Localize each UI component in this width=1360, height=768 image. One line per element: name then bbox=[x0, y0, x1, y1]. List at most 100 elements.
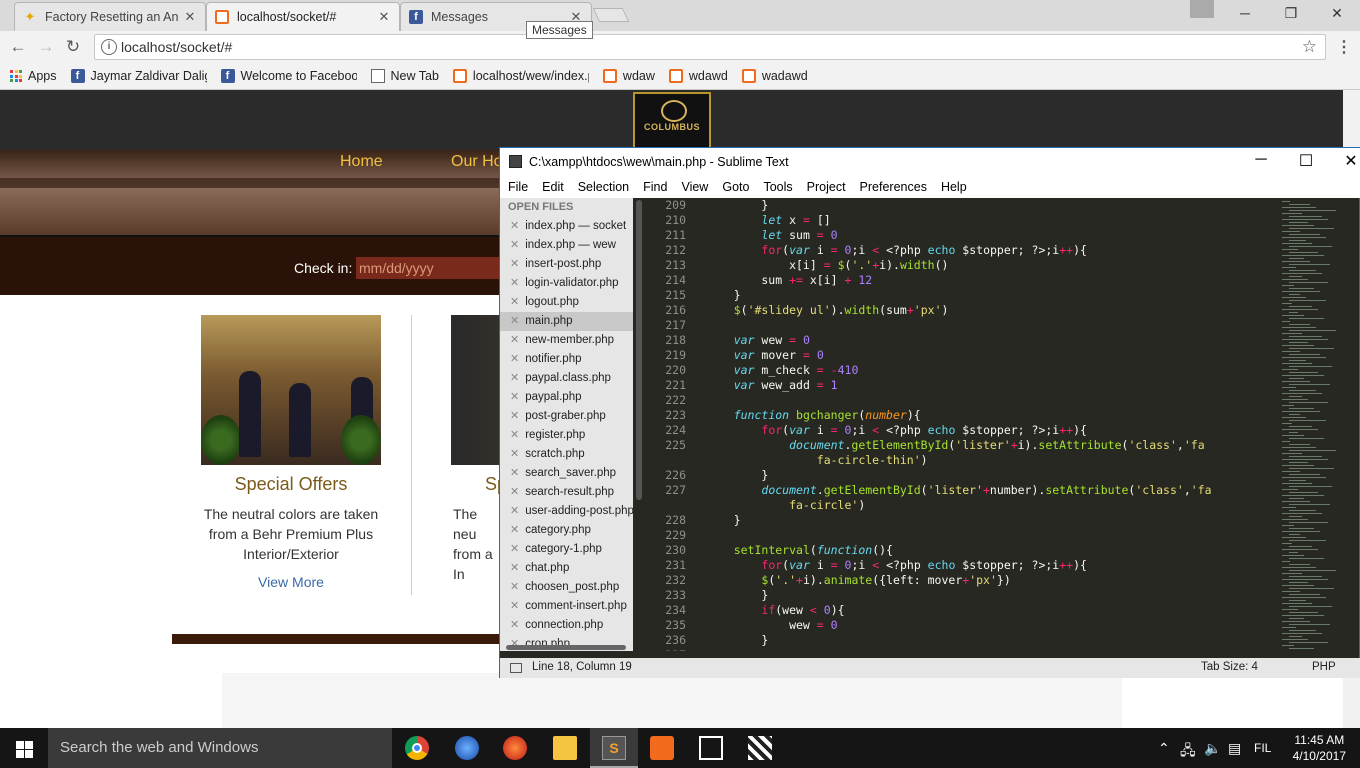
open-file-item[interactable]: ✕ category-1.php bbox=[500, 540, 633, 559]
menu-preferences[interactable]: Preferences bbox=[860, 180, 927, 194]
minimize-icon[interactable]: ─ bbox=[1222, 0, 1268, 28]
open-file-item[interactable]: ✕ paypal.php bbox=[500, 388, 633, 407]
close-file-icon[interactable]: ✕ bbox=[510, 543, 519, 555]
close-file-icon[interactable]: ✕ bbox=[510, 600, 519, 612]
taskbar-movies[interactable] bbox=[736, 728, 784, 768]
close-file-icon[interactable]: ✕ bbox=[510, 353, 519, 365]
taskbar-photos[interactable] bbox=[687, 728, 735, 768]
info-icon[interactable]: i bbox=[101, 39, 117, 55]
open-file-item[interactable]: ✕ notifier.php bbox=[500, 350, 633, 369]
taskbar-search-box[interactable]: Search the web and Windows bbox=[48, 728, 392, 768]
menu-find[interactable]: Find bbox=[643, 180, 667, 194]
menu-file[interactable]: File bbox=[508, 180, 528, 194]
taskbar-app-2[interactable] bbox=[443, 728, 491, 768]
open-file-item[interactable]: ✕ user-adding-post.php bbox=[500, 502, 633, 521]
close-tab-icon[interactable]: ✕ bbox=[183, 9, 197, 25]
bookmark-wadawd[interactable]: wadawd bbox=[741, 69, 808, 83]
taskbar-sublime[interactable]: S bbox=[590, 728, 638, 768]
close-file-icon[interactable]: ✕ bbox=[510, 448, 519, 460]
menu-view[interactable]: View bbox=[681, 180, 708, 194]
open-file-item[interactable]: ✕ connection.php bbox=[500, 616, 633, 635]
open-file-item[interactable]: ✕ comment-insert.php bbox=[500, 597, 633, 616]
open-file-item[interactable]: ✕ category.php bbox=[500, 521, 633, 540]
bookmark-jaymar[interactable]: f Jaymar Zaldivar Dalig bbox=[70, 69, 207, 83]
close-file-icon[interactable]: ✕ bbox=[510, 524, 519, 536]
close-file-icon[interactable]: ✕ bbox=[510, 296, 519, 308]
open-file-item[interactable]: ✕ scratch.php bbox=[500, 445, 633, 464]
close-file-icon[interactable]: ✕ bbox=[510, 581, 519, 593]
open-file-item[interactable]: ✕ main.php bbox=[500, 312, 633, 331]
taskbar-clock[interactable]: 11:45 AM 4/10/2017 bbox=[1293, 732, 1346, 764]
forward-icon[interactable]: → bbox=[36, 37, 56, 57]
tab-size[interactable]: Tab Size: 4 bbox=[1201, 661, 1258, 673]
syntax-mode[interactable]: PHP bbox=[1312, 661, 1336, 673]
open-file-item[interactable]: ✕ search-result.php bbox=[500, 483, 633, 502]
close-tab-icon[interactable]: ✕ bbox=[377, 9, 391, 25]
bookmark-apps[interactable]: Apps bbox=[10, 69, 57, 83]
bookmark-new-tab[interactable]: New Tab bbox=[370, 69, 439, 83]
open-file-item[interactable]: ✕ chat.php bbox=[500, 559, 633, 578]
bookmark-localhost-wew[interactable]: localhost/wew/index.p bbox=[452, 69, 589, 83]
menu-tools[interactable]: Tools bbox=[763, 180, 792, 194]
menu-goto[interactable]: Goto bbox=[722, 180, 749, 194]
open-file-item[interactable]: ✕ post-graber.php bbox=[500, 407, 633, 426]
close-window-icon[interactable]: ✕ bbox=[1314, 0, 1360, 28]
chevron-up-icon[interactable]: ⌃ bbox=[1158, 740, 1170, 757]
tab-localhost-socket[interactable]: localhost/socket/# ✕ bbox=[206, 2, 400, 31]
close-file-icon[interactable]: ✕ bbox=[510, 505, 519, 517]
close-file-icon[interactable]: ✕ bbox=[510, 239, 519, 251]
tab-factory-resetting[interactable]: ✦ Factory Resetting an And ✕ bbox=[14, 2, 206, 31]
language-indicator[interactable]: FIL bbox=[1254, 741, 1271, 755]
volume-icon[interactable]: 🔈 bbox=[1204, 740, 1221, 757]
reload-icon[interactable]: ↻ bbox=[63, 37, 83, 57]
menu-project[interactable]: Project bbox=[807, 180, 846, 194]
close-file-icon[interactable]: ✕ bbox=[510, 315, 519, 327]
close-file-icon[interactable]: ✕ bbox=[510, 467, 519, 479]
taskbar-chrome[interactable] bbox=[393, 728, 441, 768]
address-bar[interactable]: i localhost/socket/# ☆ bbox=[94, 34, 1326, 60]
checkin-date-input[interactable] bbox=[356, 257, 506, 279]
bookmark-welcome-facebook[interactable]: f Welcome to Facebook bbox=[220, 69, 357, 83]
maximize-icon[interactable]: ☐ bbox=[1291, 151, 1321, 171]
bookmark-wdaw[interactable]: wdaw bbox=[602, 69, 655, 83]
open-file-item[interactable]: ✕ register.php bbox=[500, 426, 633, 445]
sidebar-scrollbar[interactable] bbox=[636, 200, 642, 500]
nav-home[interactable]: Home bbox=[340, 153, 383, 171]
close-file-icon[interactable]: ✕ bbox=[510, 334, 519, 346]
new-tab-button[interactable] bbox=[592, 8, 630, 22]
close-file-icon[interactable]: ✕ bbox=[510, 372, 519, 384]
panel-toggle-icon[interactable] bbox=[510, 663, 522, 673]
taskbar-xampp[interactable] bbox=[638, 728, 686, 768]
notification-icon[interactable]: ▤ bbox=[1228, 740, 1241, 757]
sidebar-hscrollbar[interactable] bbox=[506, 645, 626, 650]
menu-edit[interactable]: Edit bbox=[542, 180, 564, 194]
view-more-link[interactable]: View More bbox=[191, 574, 391, 590]
open-file-item[interactable]: ✕ search_saver.php bbox=[500, 464, 633, 483]
close-file-icon[interactable]: ✕ bbox=[510, 258, 519, 270]
close-file-icon[interactable]: ✕ bbox=[510, 429, 519, 441]
open-file-item[interactable]: ✕ new-member.php bbox=[500, 331, 633, 350]
open-file-item[interactable]: ✕ insert-post.php bbox=[500, 255, 633, 274]
chrome-menu-icon[interactable]: ⋮ bbox=[1336, 37, 1352, 57]
nav-our-home[interactable]: Our Ho bbox=[451, 153, 503, 171]
close-file-icon[interactable]: ✕ bbox=[510, 277, 519, 289]
taskbar-file-explorer[interactable] bbox=[541, 728, 589, 768]
close-file-icon[interactable]: ✕ bbox=[510, 619, 519, 631]
menu-help[interactable]: Help bbox=[941, 180, 967, 194]
code-editor[interactable]: } let x = [] let sum = 0 for(var i = 0;i… bbox=[706, 198, 1276, 651]
bookmark-star-icon[interactable]: ☆ bbox=[1302, 37, 1317, 57]
close-window-icon[interactable]: ✕ bbox=[1336, 151, 1360, 171]
open-file-item[interactable]: ✕ choosen_post.php bbox=[500, 578, 633, 597]
close-file-icon[interactable]: ✕ bbox=[510, 562, 519, 574]
open-file-item[interactable]: ✕ logout.php bbox=[500, 293, 633, 312]
network-icon[interactable]: 🖧 bbox=[1180, 740, 1196, 764]
site-logo[interactable]: COLUMBUS bbox=[633, 92, 711, 150]
back-icon[interactable]: ← bbox=[8, 37, 28, 57]
code-minimap[interactable] bbox=[1278, 198, 1358, 651]
restore-icon[interactable]: ❐ bbox=[1268, 0, 1314, 28]
bookmark-wdawd[interactable]: wdawd bbox=[668, 69, 728, 83]
open-file-item[interactable]: ✕ login-validator.php bbox=[500, 274, 633, 293]
taskbar-app-3[interactable] bbox=[491, 728, 539, 768]
windows-start-button[interactable] bbox=[0, 728, 48, 768]
open-file-item[interactable]: ✕ index.php — socket bbox=[500, 217, 633, 236]
